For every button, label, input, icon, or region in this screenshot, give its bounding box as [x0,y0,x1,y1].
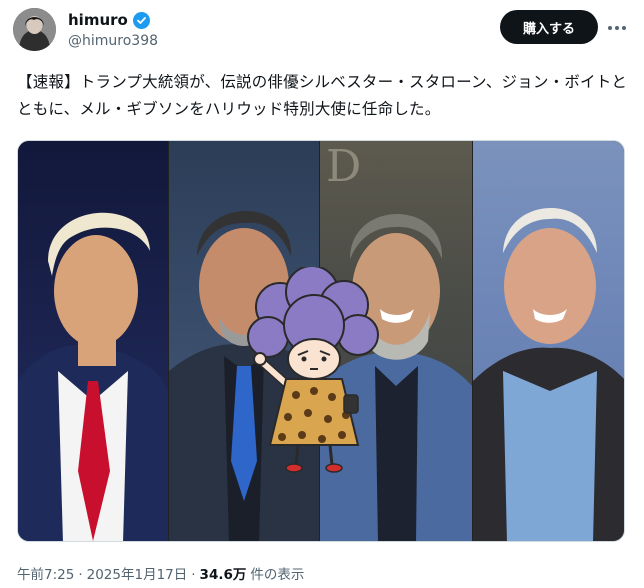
cartoon-character-sticker-icon [247,267,379,473]
photo-panel-1 [18,141,168,541]
photo-panel-4 [473,141,624,541]
user-display-name[interactable]: himuro [68,11,128,29]
separator: · [191,567,196,583]
more-options-icon[interactable] [608,18,632,38]
svg-text:D: D [326,141,361,192]
verified-badge-icon [132,11,150,29]
tweet-media[interactable]: D [17,140,625,542]
user-handle[interactable]: @himuro398 [68,33,158,49]
tweet-header: himuro @himuro398 購入する [0,0,644,62]
post-date[interactable]: 2025年1月17日 [87,563,188,583]
avatar-image [13,8,56,51]
separator: · [78,567,83,583]
user-display-name-row[interactable]: himuro [68,11,150,29]
buy-button[interactable]: 購入する [500,10,598,44]
tweet-text: 【速報】トランプ大統領が、伝説の俳優シルベスター・スタローン、ジョン・ボイトとと… [17,73,628,118]
tweet-metadata: 午前7:25 · 2025年1月17日 · 34.6万 件の表示 [17,563,304,583]
post-time[interactable]: 午前7:25 [17,563,74,583]
avatar[interactable] [13,8,56,51]
view-label: 件の表示 [250,567,305,583]
view-count: 34.6万 [199,567,247,583]
